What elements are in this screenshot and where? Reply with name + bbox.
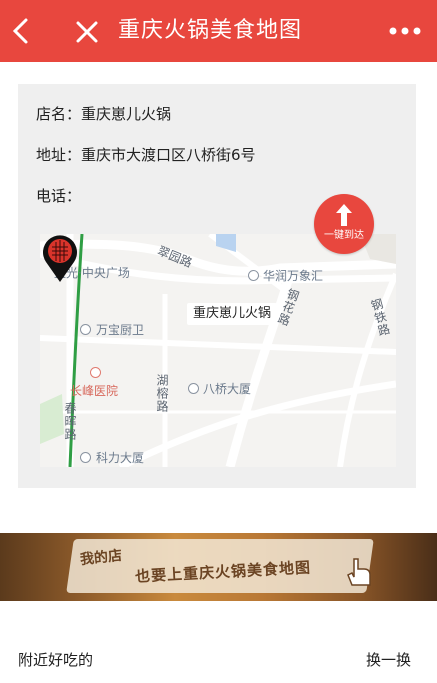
store-address-row: 地址：重庆市大渡口区八桥街6号 [36,145,256,165]
more-dots-icon[interactable] [387,21,423,41]
store-name-row: 店名：重庆崽儿火锅 [36,104,171,124]
store-address-value: 重庆市大渡口区八桥街6号 [81,146,256,164]
poi-icon [80,452,91,463]
marker-title-bubble: 重庆崽儿火锅 [187,303,278,325]
map-label-chunhui-road: 春晖路 [63,402,77,441]
navigate-button[interactable]: 一键到达 [314,194,374,254]
store-map[interactable]: 翠园路 蓝光·中央广场 华润万象汇 钢铁路 钢花路 万宝厨卫 长峰医院 湖榕路 … [40,234,396,467]
promo-banner[interactable]: 我的店 也要上重庆火锅美食地图 [0,533,437,601]
store-name-label: 店名： [36,105,82,123]
map-label-baqiao: 八桥大厦 [203,382,252,396]
store-info-card: 店名：重庆崽儿火锅 地址：重庆市大渡口区八桥街6号 电话： 翠园路 蓝光·中央广… [18,84,416,488]
location-pin-icon[interactable] [40,234,80,284]
map-label-huarun: 华润万象汇 [263,269,324,283]
arrow-up-icon [336,204,352,226]
poi-icon [188,383,199,394]
map-label-hurong-road: 湖榕路 [155,374,169,413]
map-label-lili: 科力大厦 [96,451,145,465]
map-label-wanbao: 万宝厨卫 [96,323,145,337]
poi-icon [248,270,259,281]
store-phone-label: 电话： [36,187,82,205]
map-label-changfeng: 长峰医院 [70,384,119,398]
store-address-label: 地址： [36,146,82,164]
hospital-icon [90,367,101,378]
page-title: 重庆火锅美食地图 [118,18,303,43]
hand-pointer-icon [347,558,371,586]
chevron-left-icon[interactable] [6,14,36,48]
close-icon[interactable] [72,17,102,47]
refresh-button[interactable]: 换一换 [366,650,411,670]
store-phone-row[interactable]: 电话： [36,186,81,206]
top-bar: 重庆火锅美食地图 [0,0,437,62]
poi-icon [80,324,91,335]
store-name-value: 重庆崽儿火锅 [81,105,172,123]
nearby-title: 附近好吃的 [18,651,94,669]
navigate-label: 一键到达 [324,230,364,241]
